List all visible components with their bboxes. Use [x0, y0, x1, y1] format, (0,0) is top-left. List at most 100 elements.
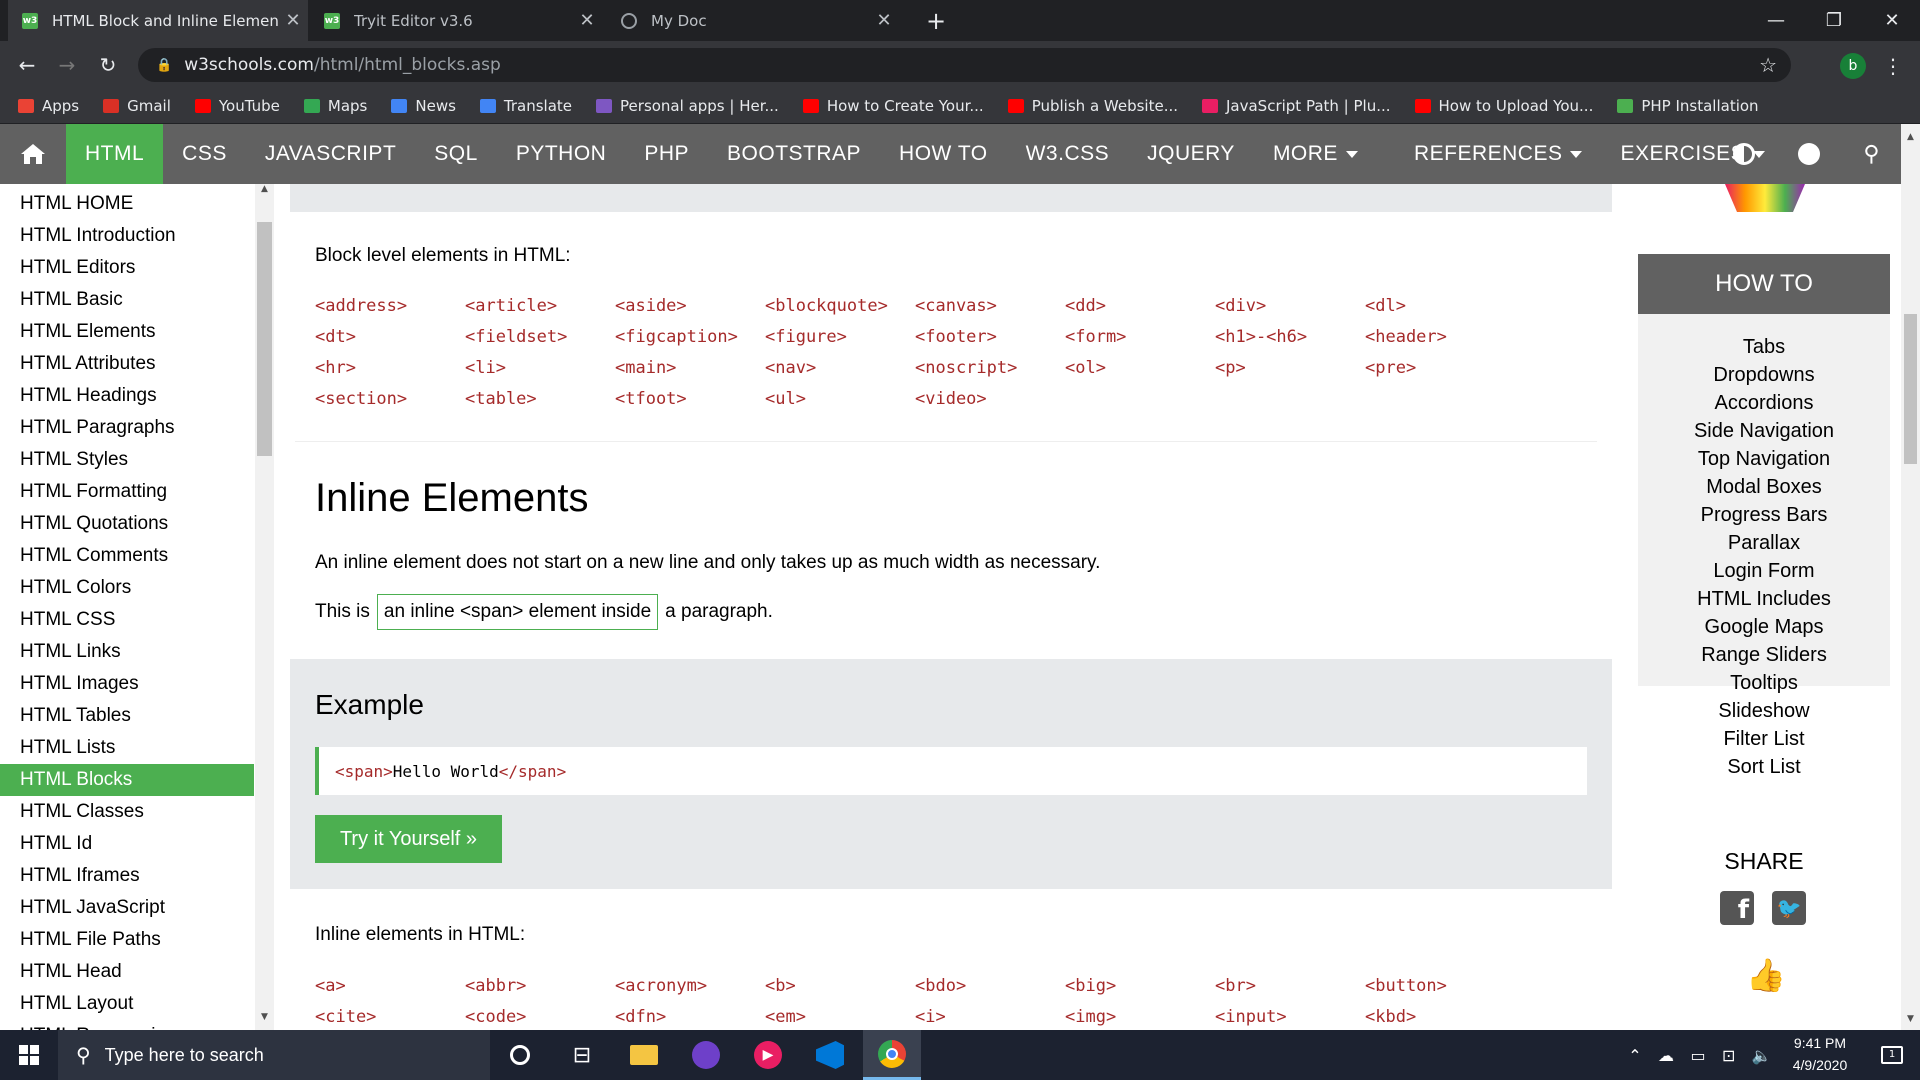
- taskbar-clock[interactable]: 9:41 PM 4/9/2020: [1780, 1032, 1860, 1078]
- new-tab-icon[interactable]: +: [920, 0, 952, 41]
- sidebar-item[interactable]: HTML Paragraphs: [0, 412, 254, 444]
- sidebar-item[interactable]: HTML Lists: [0, 732, 254, 764]
- sidebar-item[interactable]: HTML Formatting: [0, 476, 254, 508]
- howto-link[interactable]: Top Navigation: [1638, 448, 1890, 471]
- close-tab-icon[interactable]: ✕: [572, 10, 602, 31]
- sidebar-item[interactable]: HTML Classes: [0, 796, 254, 828]
- notification-center-icon[interactable]: 1: [1864, 1030, 1920, 1080]
- sidebar-item[interactable]: HTML Iframes: [0, 860, 254, 892]
- howto-link[interactable]: Accordions: [1638, 392, 1890, 415]
- howto-link[interactable]: Range Sliders: [1638, 644, 1890, 667]
- sidebar-item[interactable]: HTML Introduction: [0, 220, 254, 252]
- sidebar-item[interactable]: HTML HOME: [0, 188, 254, 220]
- try-it-yourself-button[interactable]: Try it Yourself »: [315, 815, 502, 863]
- sidebar-item[interactable]: HTML Id: [0, 828, 254, 860]
- howto-link[interactable]: HTML Includes: [1638, 588, 1890, 611]
- bookmark-item[interactable]: YouTube: [194, 97, 280, 115]
- howto-link[interactable]: Login Form: [1638, 560, 1890, 583]
- howto-link[interactable]: Filter List: [1638, 728, 1890, 751]
- topnav-sql[interactable]: SQL: [415, 124, 497, 184]
- topnav-references[interactable]: REFERENCES: [1395, 124, 1602, 184]
- bookmark-item[interactable]: Translate: [479, 97, 572, 115]
- taskbar-search-box[interactable]: ⚲ Type here to search: [58, 1030, 490, 1080]
- bookmark-item[interactable]: Apps: [18, 97, 79, 115]
- sidebar-item[interactable]: HTML Colors: [0, 572, 254, 604]
- howto-link[interactable]: Parallax: [1638, 532, 1890, 555]
- sidebar-item[interactable]: HTML Images: [0, 668, 254, 700]
- volume-icon[interactable]: 🔈: [1752, 1046, 1772, 1065]
- scroll-up-arrow-icon[interactable]: ▲: [255, 184, 274, 200]
- howto-link[interactable]: Google Maps: [1638, 616, 1890, 639]
- thumbs-up-icon[interactable]: 👍: [1746, 956, 1786, 994]
- twitter-icon[interactable]: 🐦: [1772, 891, 1806, 925]
- bookmark-item[interactable]: Gmail: [103, 97, 171, 115]
- sidebar-item[interactable]: HTML Elements: [0, 316, 254, 348]
- browser-tab[interactable]: w3 HTML Block and Inline Elements ✕: [8, 0, 308, 41]
- bookmark-item[interactable]: Personal apps | Her...: [596, 97, 779, 115]
- close-tab-icon[interactable]: ✕: [869, 10, 899, 31]
- forward-icon[interactable]: →: [51, 41, 83, 89]
- onedrive-icon[interactable]: ☁: [1658, 1046, 1674, 1065]
- sidebar-item[interactable]: HTML Attributes: [0, 348, 254, 380]
- sidebar-item[interactable]: HTML Layout: [0, 988, 254, 1020]
- vscode-icon[interactable]: [801, 1030, 859, 1080]
- battery-icon[interactable]: ▭: [1690, 1046, 1705, 1065]
- scroll-down-arrow-icon[interactable]: ▼: [255, 1012, 274, 1028]
- howto-link[interactable]: Dropdowns: [1638, 364, 1890, 387]
- sidebar-item[interactable]: HTML Comments: [0, 540, 254, 572]
- sidebar-item[interactable]: HTML CSS: [0, 604, 254, 636]
- page-scrollbar[interactable]: ▲ ▼: [1901, 124, 1920, 1030]
- bookmark-item[interactable]: PHP Installation: [1617, 97, 1759, 115]
- sidebar-item[interactable]: HTML File Paths: [0, 924, 254, 956]
- cortana-icon[interactable]: [491, 1030, 549, 1080]
- topnav-bootstrap[interactable]: BOOTSTRAP: [708, 124, 880, 184]
- howto-link[interactable]: Tabs: [1638, 336, 1890, 359]
- topnav-w3-css[interactable]: W3.CSS: [1007, 124, 1129, 184]
- chevron-up-icon[interactable]: ⌃: [1628, 1046, 1641, 1065]
- sidebar-scroll-thumb[interactable]: [257, 222, 272, 456]
- minimize-icon[interactable]: —: [1747, 0, 1805, 41]
- bookmark-star-icon[interactable]: ☆: [1759, 53, 1777, 77]
- sidebar-scrollbar[interactable]: ▲ ▼: [255, 184, 274, 1030]
- howto-link[interactable]: Sort List: [1638, 756, 1890, 779]
- scroll-down-arrow-icon[interactable]: ▼: [1901, 1014, 1920, 1028]
- sidebar-item[interactable]: HTML Quotations: [0, 508, 254, 540]
- sidebar-item[interactable]: HTML Basic: [0, 284, 254, 316]
- sidebar-item[interactable]: HTML Tables: [0, 700, 254, 732]
- network-icon[interactable]: ⊡: [1722, 1046, 1735, 1065]
- profile-avatar[interactable]: b: [1840, 53, 1866, 79]
- howto-link[interactable]: Tooltips: [1638, 672, 1890, 695]
- howto-link[interactable]: Side Navigation: [1638, 420, 1890, 443]
- page-scroll-thumb[interactable]: [1904, 314, 1917, 464]
- search-icon[interactable]: ⚲: [1863, 142, 1879, 167]
- topnav-python[interactable]: PYTHON: [497, 124, 626, 184]
- media-player-icon[interactable]: ▶: [739, 1030, 797, 1080]
- task-view-icon[interactable]: ⊟: [553, 1030, 611, 1080]
- github-desktop-icon[interactable]: [677, 1030, 735, 1080]
- topnav-jquery[interactable]: JQUERY: [1128, 124, 1254, 184]
- bookmark-item[interactable]: How to Create Your...: [802, 97, 984, 115]
- howto-link[interactable]: Progress Bars: [1638, 504, 1890, 527]
- howto-link[interactable]: Slideshow: [1638, 700, 1890, 723]
- globe-icon[interactable]: [1798, 143, 1821, 165]
- sidebar-item[interactable]: HTML Editors: [0, 252, 254, 284]
- sidebar-item[interactable]: HTML Blocks: [0, 764, 254, 796]
- topnav-javascript[interactable]: JAVASCRIPT: [246, 124, 415, 184]
- howto-link[interactable]: Modal Boxes: [1638, 476, 1890, 499]
- sidebar-item[interactable]: HTML Styles: [0, 444, 254, 476]
- close-window-icon[interactable]: ✕: [1863, 0, 1920, 41]
- menu-kebab-icon[interactable]: ⋮: [1880, 50, 1906, 82]
- address-bar[interactable]: 🔒 w3schools.com/html/html_blocks.asp ☆: [138, 48, 1791, 82]
- topnav-css[interactable]: CSS: [163, 124, 246, 184]
- sidebar-item[interactable]: HTML JavaScript: [0, 892, 254, 924]
- file-explorer-icon[interactable]: [615, 1030, 673, 1080]
- topnav-html[interactable]: HTML: [66, 124, 164, 184]
- sidebar-item[interactable]: HTML Headings: [0, 380, 254, 412]
- scroll-up-arrow-icon[interactable]: ▲: [1901, 132, 1920, 146]
- bookmark-item[interactable]: Maps: [303, 97, 367, 115]
- topnav-more[interactable]: MORE: [1254, 124, 1377, 184]
- bookmark-item[interactable]: How to Upload You...: [1414, 97, 1593, 115]
- browser-tab[interactable]: w3 Tryit Editor v3.6 ✕: [310, 0, 602, 41]
- bookmark-item[interactable]: News: [391, 97, 456, 115]
- bookmark-item[interactable]: JavaScript Path | Plu...: [1202, 97, 1391, 115]
